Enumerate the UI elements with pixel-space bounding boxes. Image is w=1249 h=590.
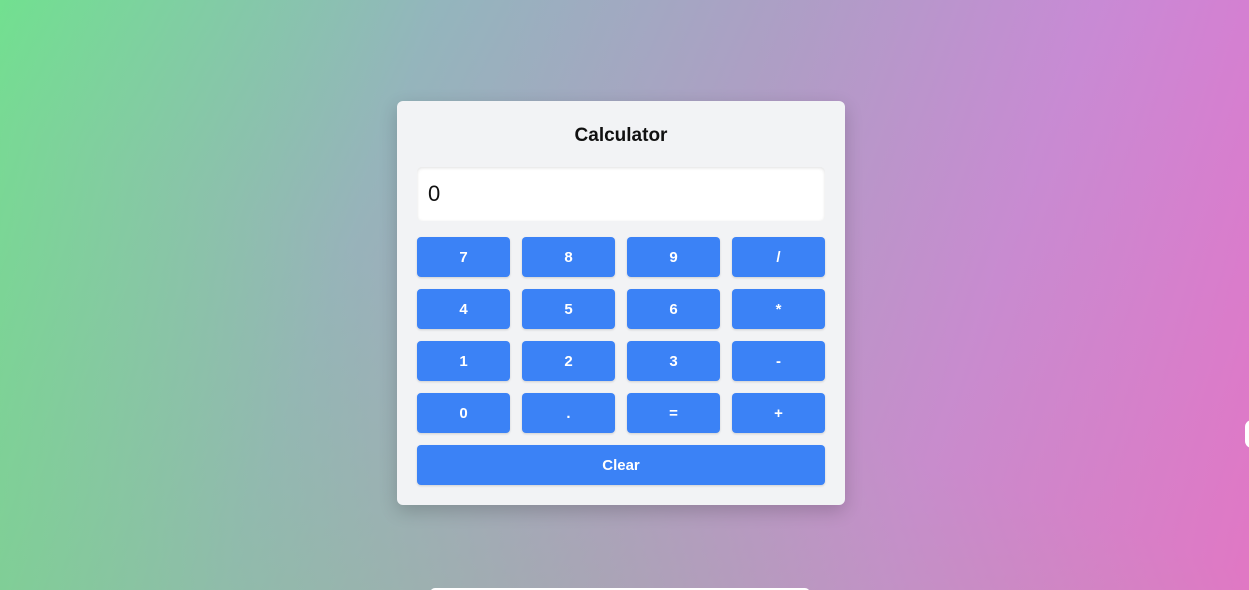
calculator-display[interactable]: 0 xyxy=(417,167,825,221)
key-2[interactable]: 2 xyxy=(522,341,615,381)
key-8[interactable]: 8 xyxy=(522,237,615,277)
keypad: 7 8 9 / 4 5 6 * 1 2 3 - 0 . = + xyxy=(417,237,825,433)
key-multiply[interactable]: * xyxy=(732,289,825,329)
key-9[interactable]: 9 xyxy=(627,237,720,277)
key-3[interactable]: 3 xyxy=(627,341,720,381)
edge-handle[interactable] xyxy=(1245,420,1249,448)
clear-button[interactable]: Clear xyxy=(417,445,825,485)
calculator-card: Calculator 0 7 8 9 / 4 5 6 * 1 2 3 - 0 .… xyxy=(397,101,845,505)
key-7[interactable]: 7 xyxy=(417,237,510,277)
calculator-title: Calculator xyxy=(574,125,668,146)
display-value: 0 xyxy=(428,181,441,206)
key-1[interactable]: 1 xyxy=(417,341,510,381)
key-subtract[interactable]: - xyxy=(732,341,825,381)
key-5[interactable]: 5 xyxy=(522,289,615,329)
key-6[interactable]: 6 xyxy=(627,289,720,329)
key-4[interactable]: 4 xyxy=(417,289,510,329)
key-divide[interactable]: / xyxy=(732,237,825,277)
key-decimal[interactable]: . xyxy=(522,393,615,433)
key-equals[interactable]: = xyxy=(627,393,720,433)
key-0[interactable]: 0 xyxy=(417,393,510,433)
key-add[interactable]: + xyxy=(732,393,825,433)
